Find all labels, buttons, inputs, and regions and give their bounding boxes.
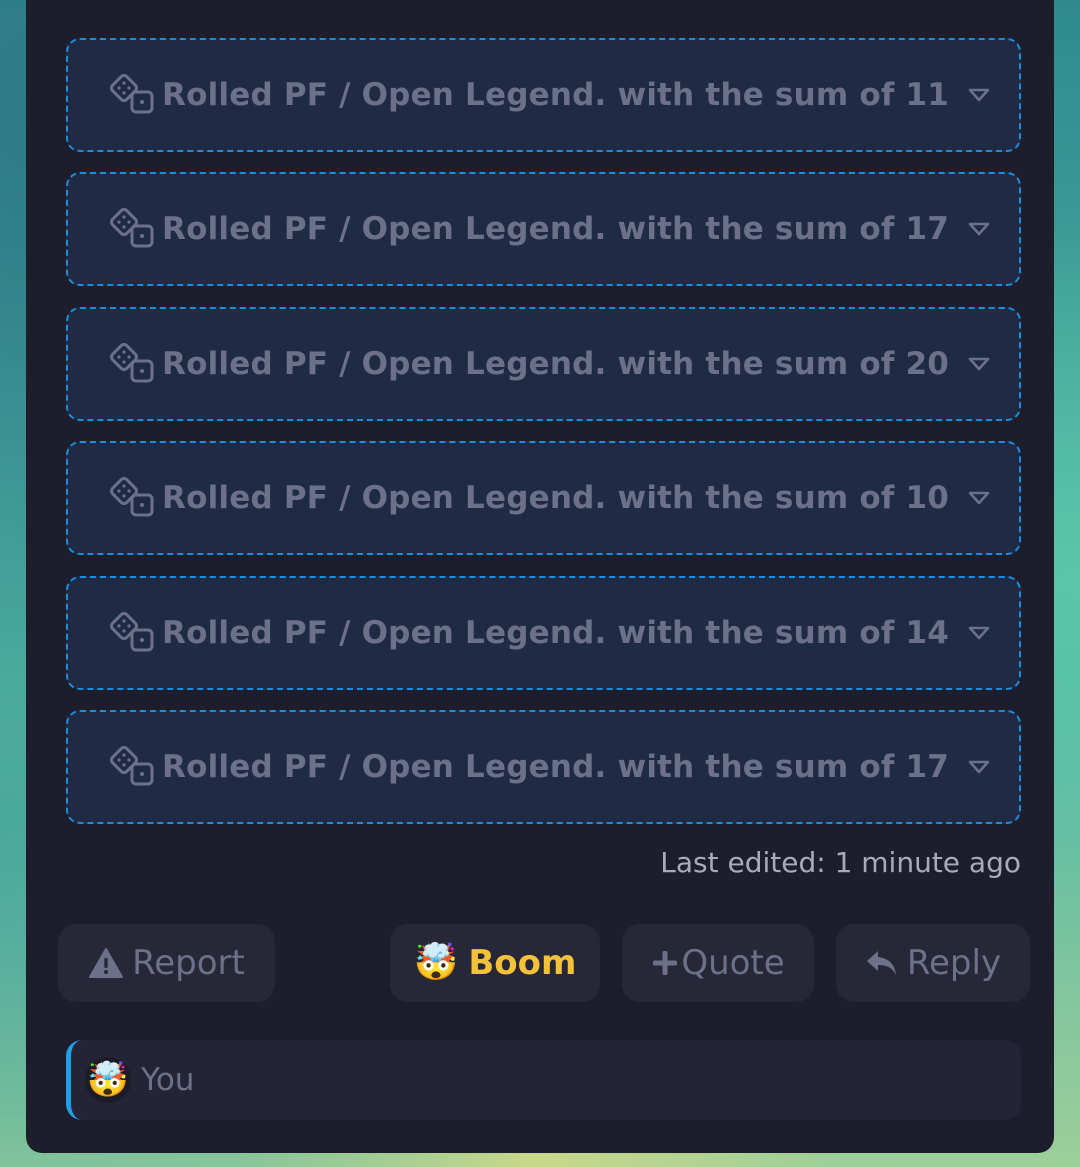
message-panel: Rolled PF / Open Legend. with the sum of… bbox=[26, 0, 1054, 1153]
caret-down-icon bbox=[968, 357, 990, 371]
reply-icon bbox=[866, 951, 896, 975]
dice-icon bbox=[110, 612, 154, 652]
roll-label: Rolled PF / Open Legend. with the sum of… bbox=[162, 480, 950, 516]
caret-down-icon bbox=[968, 222, 990, 236]
dice-roll-result[interactable]: Rolled PF / Open Legend. with the sum of… bbox=[66, 441, 1021, 555]
reaction-list-item: 🤯 You bbox=[66, 1040, 1021, 1120]
reply-button[interactable]: Reply bbox=[836, 924, 1030, 1002]
reply-label: Reply bbox=[906, 943, 1002, 983]
roll-label: Rolled PF / Open Legend. with the sum of… bbox=[162, 346, 950, 382]
plus-icon bbox=[653, 951, 678, 975]
dice-roll-result[interactable]: Rolled PF / Open Legend. with the sum of… bbox=[66, 576, 1021, 690]
report-button[interactable]: Report bbox=[58, 924, 275, 1002]
dice-roll-result[interactable]: Rolled PF / Open Legend. with the sum of… bbox=[66, 172, 1021, 286]
reaction-user: You bbox=[141, 1062, 195, 1098]
caret-down-icon bbox=[968, 626, 990, 640]
dice-roll-result[interactable]: Rolled PF / Open Legend. with the sum of… bbox=[66, 710, 1021, 824]
caret-down-icon bbox=[968, 760, 990, 774]
warning-icon bbox=[89, 948, 124, 978]
boom-reaction-button[interactable]: 🤯 Boom bbox=[390, 924, 600, 1002]
quote-button[interactable]: Quote bbox=[622, 924, 814, 1002]
exploding-head-icon: 🤯 bbox=[413, 942, 459, 983]
dice-icon bbox=[110, 343, 154, 383]
roll-label: Rolled PF / Open Legend. with the sum of… bbox=[162, 749, 950, 785]
boom-label: Boom bbox=[468, 943, 577, 983]
dice-icon bbox=[110, 746, 154, 786]
dice-roll-result[interactable]: Rolled PF / Open Legend. with the sum of… bbox=[66, 38, 1021, 152]
dice-icon bbox=[110, 74, 154, 114]
roll-label: Rolled PF / Open Legend. with the sum of… bbox=[162, 615, 950, 651]
exploding-head-icon: 🤯 bbox=[85, 1057, 131, 1103]
caret-down-icon bbox=[968, 491, 990, 505]
report-label: Report bbox=[132, 943, 245, 983]
dice-roll-result[interactable]: Rolled PF / Open Legend. with the sum of… bbox=[66, 307, 1021, 421]
dice-icon bbox=[110, 208, 154, 248]
roll-label: Rolled PF / Open Legend. with the sum of… bbox=[162, 77, 950, 113]
quote-label: Quote bbox=[681, 943, 785, 983]
last-edited-timestamp: Last edited: 1 minute ago bbox=[660, 846, 1021, 879]
dice-icon bbox=[110, 477, 154, 517]
caret-down-icon bbox=[968, 88, 990, 102]
roll-label: Rolled PF / Open Legend. with the sum of… bbox=[162, 211, 950, 247]
